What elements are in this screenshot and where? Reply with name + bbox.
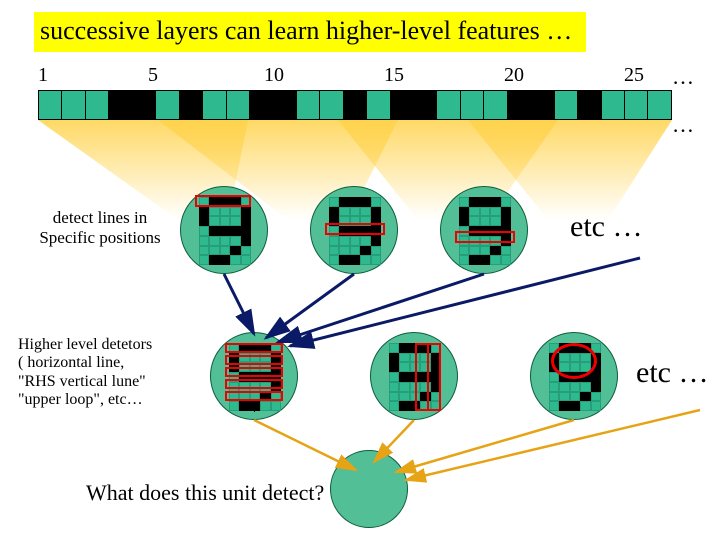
row1-etc: etc …: [570, 210, 642, 244]
slide-title: successive layers can learn higher-level…: [34, 12, 586, 52]
highlight-hz-3: [225, 367, 283, 377]
highlight-rhs-2: [427, 343, 441, 411]
input-cell: [367, 91, 390, 119]
highlight-lower-line: [455, 231, 515, 243]
input-cell: [180, 91, 203, 119]
highlight-hz-1: [225, 343, 283, 353]
tick-20: 20: [504, 64, 524, 87]
input-cell: [344, 91, 367, 119]
row2-label: Higher level detetors ( horizontal line,…: [18, 336, 188, 410]
axis-ellipsis-top: …: [672, 64, 694, 90]
input-cell: [531, 91, 554, 119]
v-mark: v: [251, 401, 258, 417]
input-cell: [625, 91, 648, 119]
input-cell: [391, 91, 414, 119]
detector-rhs-vertical: [370, 332, 458, 420]
input-cell: [156, 91, 179, 119]
highlight-loop: [551, 343, 597, 379]
detector-mid-line: [310, 186, 398, 274]
detector-top-line: [180, 186, 268, 274]
input-cell: [648, 91, 670, 119]
tick-15: 15: [384, 64, 404, 87]
tick-1: 1: [38, 64, 48, 87]
highlight-hz-2: [225, 355, 283, 365]
input-cell: [320, 91, 343, 119]
input-cell: [484, 91, 507, 119]
detector-horizontal-lines: v: [210, 332, 298, 420]
tick-10: 10: [264, 64, 284, 87]
highlight-hz-5: [225, 391, 283, 401]
input-cell: [273, 91, 296, 119]
input-cell: [62, 91, 85, 119]
input-cell: [578, 91, 601, 119]
final-question: What does this unit detect?: [86, 480, 324, 506]
input-cell: [203, 91, 226, 119]
final-unit: [330, 450, 408, 528]
input-cell: [39, 91, 62, 119]
input-strip: [38, 90, 672, 120]
input-cell: [555, 91, 578, 119]
tick-25: 25: [624, 64, 644, 87]
row2-etc: etc …: [636, 356, 708, 390]
input-cell: [227, 91, 250, 119]
input-cell: [508, 91, 531, 119]
input-cell: [133, 91, 156, 119]
highlight-mid-line: [325, 223, 385, 235]
row1-label: detect lines in Specific positions: [30, 208, 170, 247]
highlight-hz-4: [225, 379, 283, 389]
input-cell: [414, 91, 437, 119]
input-cell: [437, 91, 460, 119]
input-cell: [86, 91, 109, 119]
detector-lower-line: [440, 186, 528, 274]
tick-5: 5: [148, 64, 158, 87]
input-cell: [297, 91, 320, 119]
detector-upper-loop: [530, 332, 618, 420]
input-cell: [602, 91, 625, 119]
digit-glyph: [199, 197, 251, 265]
axis-ellipsis-bottom: …: [672, 112, 694, 138]
highlight-top-line: [195, 195, 251, 207]
input-cell: [250, 91, 273, 119]
input-cell: [461, 91, 484, 119]
input-cell: [109, 91, 132, 119]
